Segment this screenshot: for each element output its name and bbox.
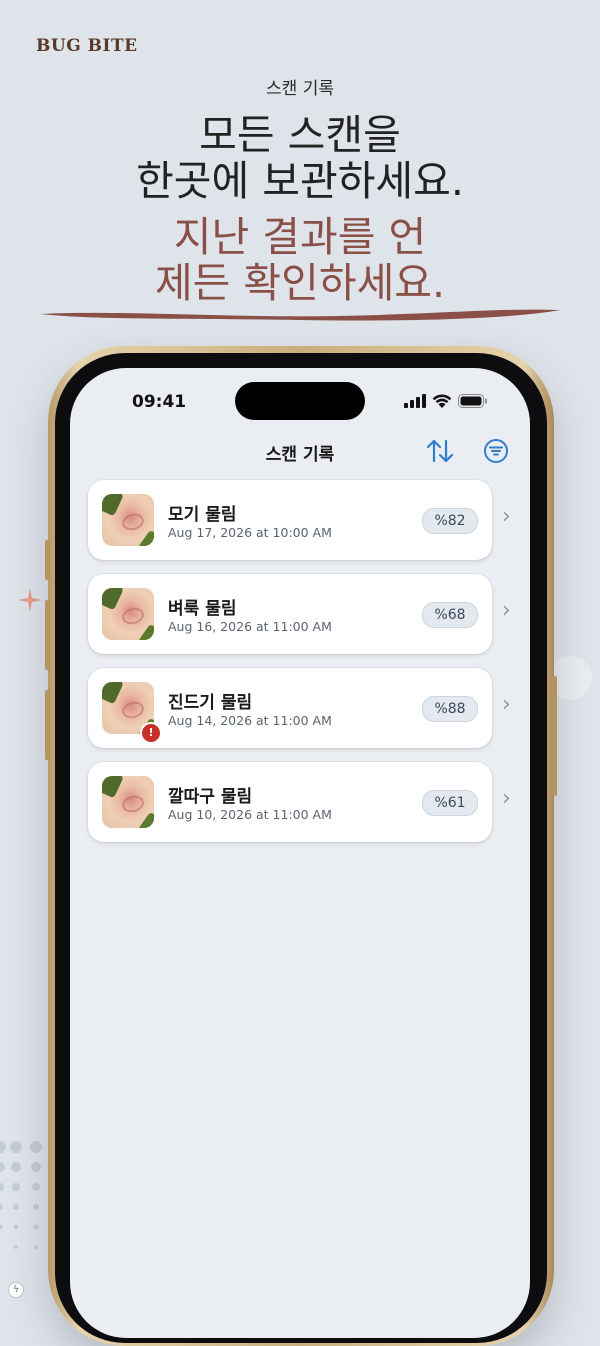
headline-line-2: 한곳에 보관하세요. <box>136 157 464 205</box>
scan-date: Aug 17, 2026 at 10:00 AM <box>168 525 332 540</box>
filter-icon <box>484 439 508 463</box>
headline-accent: 지난 결과를 언 제든 확인하세요. <box>0 214 600 306</box>
dynamic-island <box>235 382 365 420</box>
status-time: 09:41 <box>132 392 187 412</box>
phone-side-button <box>45 690 50 760</box>
confidence-badge: %61 <box>422 790 478 816</box>
scan-card[interactable]: 깔따구 물림 Aug 10, 2026 at 11:00 AM %61 <box>88 762 492 842</box>
confidence-badge: %88 <box>422 696 478 722</box>
phone-side-button <box>45 600 50 670</box>
headline-line-3: 지난 결과를 언 <box>173 213 427 261</box>
status-icons <box>404 394 488 408</box>
bite-thumbnail <box>102 776 154 828</box>
scan-date: Aug 10, 2026 at 11:00 AM <box>168 807 332 822</box>
confidence-badge: %82 <box>422 508 478 534</box>
warning-icon: ! <box>140 722 162 744</box>
sort-button[interactable] <box>426 438 454 468</box>
phone-side-button <box>45 540 50 580</box>
scan-title: 벼룩 물림 <box>168 599 237 619</box>
headline-line-1: 모든 스캔을 <box>199 111 401 159</box>
chevron-right-icon[interactable]: › <box>502 692 511 717</box>
scan-card[interactable]: 모기 물림 Aug 17, 2026 at 10:00 AM %82 <box>88 480 492 560</box>
signal-icon <box>404 394 426 408</box>
chevron-right-icon[interactable]: › <box>502 504 511 529</box>
filter-button[interactable] <box>483 438 509 468</box>
bolt-icon: ϟ <box>8 1282 24 1298</box>
bite-thumbnail <box>102 588 154 640</box>
scan-date: Aug 16, 2026 at 11:00 AM <box>168 619 332 634</box>
nav-title: 스캔 기록 <box>265 445 335 465</box>
scan-title: 모기 물림 <box>168 505 237 525</box>
brush-underline <box>40 309 560 321</box>
sort-icon <box>426 439 454 463</box>
sparkle-icon <box>18 588 42 612</box>
scan-title: 깔따구 물림 <box>168 787 253 807</box>
bite-thumbnail <box>102 494 154 546</box>
chevron-right-icon[interactable]: › <box>502 786 511 811</box>
confidence-badge: %68 <box>422 602 478 628</box>
decorative-dot-grid <box>0 1141 42 1249</box>
scan-card[interactable]: ! 진드기 물림 Aug 14, 2026 at 11:00 AM %88 <box>88 668 492 748</box>
phone-power-button <box>552 676 557 796</box>
phone-screen: 09:41 스캔 기록 모기 물림 Aug 17, 2026 at 10:00 … <box>70 368 530 1338</box>
brand-logo: BUG BITE <box>36 36 138 56</box>
chevron-right-icon[interactable]: › <box>502 598 511 623</box>
headline-primary: 모든 스캔을 한곳에 보관하세요. <box>0 112 600 204</box>
wifi-icon <box>432 394 452 408</box>
scan-card[interactable]: 벼룩 물림 Aug 16, 2026 at 11:00 AM %68 <box>88 574 492 654</box>
scan-title: 진드기 물림 <box>168 693 253 713</box>
page-kicker: 스캔 기록 <box>266 79 334 99</box>
scan-date: Aug 14, 2026 at 11:00 AM <box>168 713 332 728</box>
battery-icon <box>458 394 487 408</box>
